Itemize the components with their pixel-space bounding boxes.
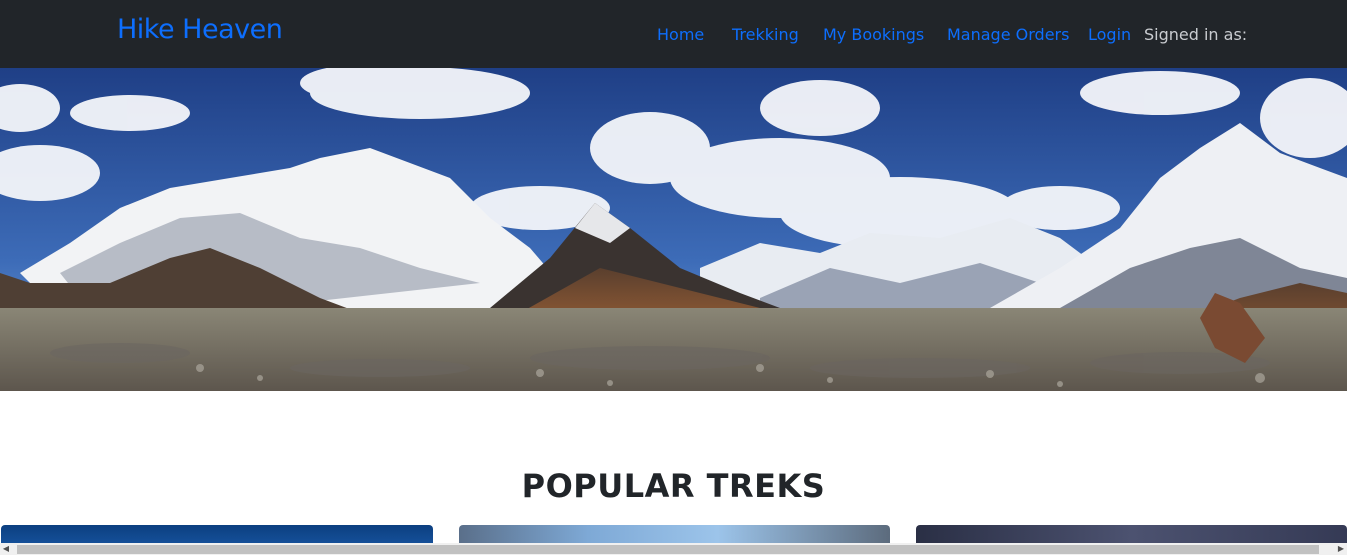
hero-banner xyxy=(0,68,1347,391)
signed-in-label: Signed in as: xyxy=(1144,25,1248,44)
triangle-right-icon[interactable]: ▶ xyxy=(1335,543,1347,555)
horizontal-scrollbar[interactable]: ◀ ▶ xyxy=(0,543,1347,555)
section-title: POPULAR TREKS xyxy=(521,466,826,505)
brand-link[interactable]: Hike Heaven xyxy=(117,14,283,45)
nav-link-manage-orders[interactable]: Manage Orders xyxy=(947,25,1069,44)
mountain-panorama-image xyxy=(0,68,1347,391)
nav-link-login[interactable]: Login xyxy=(1088,25,1131,44)
triangle-left-icon[interactable]: ◀ xyxy=(0,543,12,555)
navbar: Hike Heaven Home Trekking My Bookings Ma… xyxy=(0,0,1347,68)
nav-link-home[interactable]: Home xyxy=(657,25,704,44)
nav-link-trekking[interactable]: Trekking xyxy=(732,25,799,44)
nav-link-my-bookings[interactable]: My Bookings xyxy=(823,25,924,44)
scrollbar-thumb[interactable] xyxy=(17,545,1319,554)
